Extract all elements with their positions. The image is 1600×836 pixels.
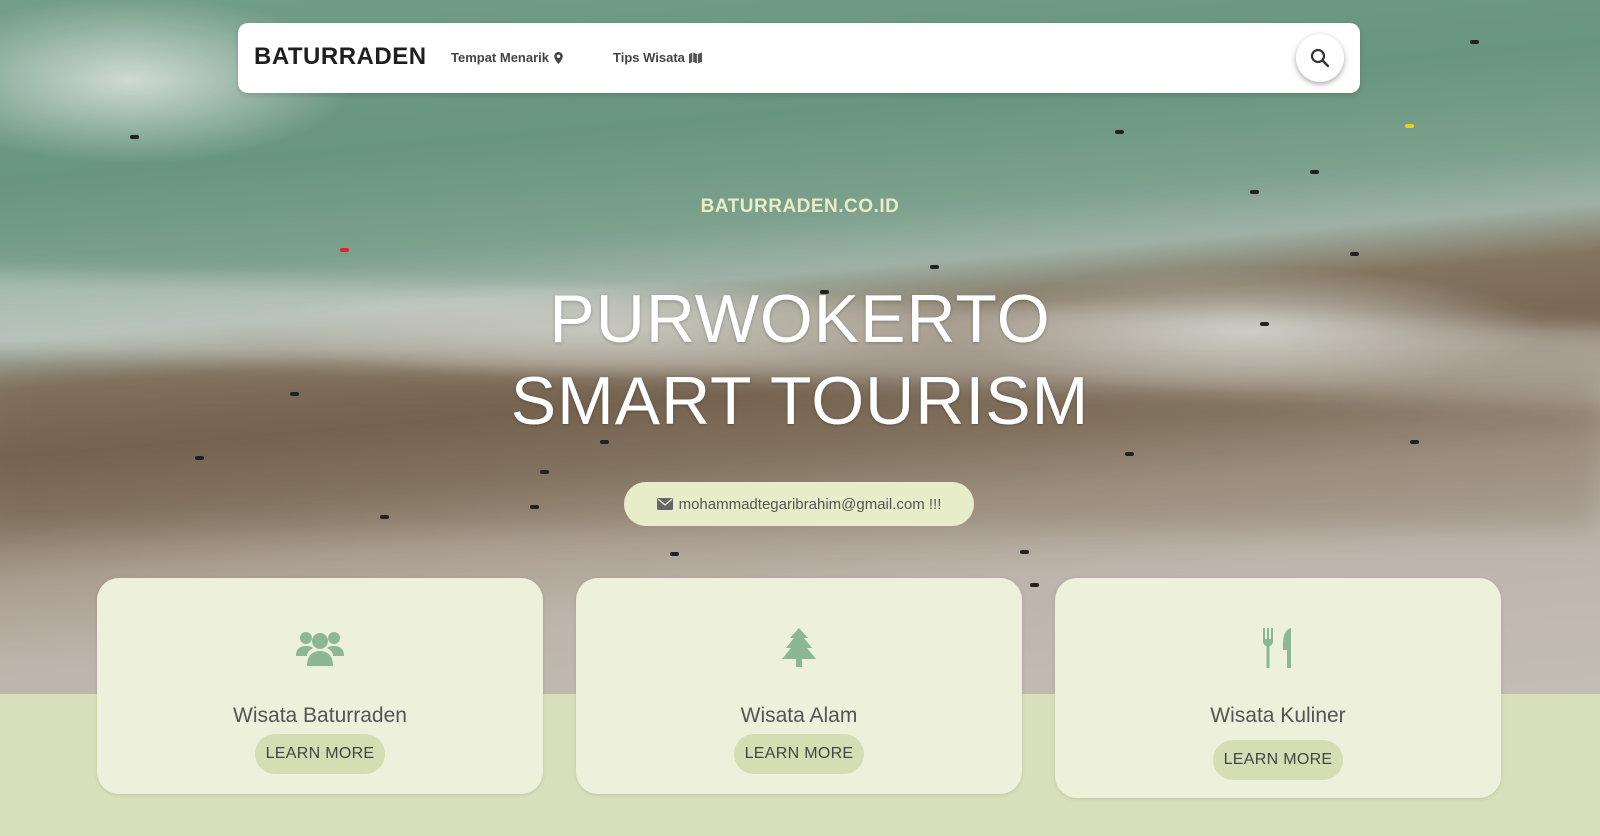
card-wisata-baturraden: Wisata Baturraden LEARN MORE [97,578,543,794]
headline-line-1: PURWOKERTO [549,281,1051,357]
nav-link-tempat-menarik[interactable]: Tempat Menarik [451,50,564,65]
search-button[interactable] [1296,34,1344,82]
beach-person [1250,190,1259,194]
beach-person [540,470,549,474]
beach-person [1115,130,1124,134]
beach-person [930,265,939,269]
utensils-icon [1263,628,1291,668]
beach-person [670,552,679,556]
beach-person [1470,40,1479,44]
beach-person [1310,170,1319,174]
hero-headline: PURWOKERTO SMART TOURISM [0,278,1600,442]
card-wisata-alam: Wisata Alam LEARN MORE [576,578,1022,794]
card-wisata-kuliner: Wisata Kuliner LEARN MORE [1055,578,1501,798]
learn-more-button[interactable]: LEARN MORE [734,734,864,774]
card-icon-wrap [97,626,543,670]
contact-email: mohammadtegaribrahim@gmail.com !!! [678,495,942,513]
contact-email-pill[interactable]: mohammadtegaribrahim@gmail.com !!! [624,482,974,526]
beach-person [195,456,204,460]
site-tagline: BATURRADEN.CO.ID [700,196,900,217]
beach-person [1125,452,1134,456]
card-title: Wisata Baturraden [233,704,407,727]
card-title: Wisata Alam [740,704,858,727]
beach-person [1020,550,1029,554]
map-marker-icon [554,51,563,64]
map-icon [688,51,702,64]
learn-more-button[interactable]: LEARN MORE [255,734,385,774]
nav-link-label: Tempat Menarik [451,50,550,65]
card-icon-wrap [576,626,1022,670]
top-navbar: BATURRADEN Tempat Menarik Tips Wisata [238,23,1360,93]
headline-line-2: SMART TOURISM [510,363,1090,439]
users-icon [296,632,344,666]
beach-person [380,515,389,519]
learn-more-button[interactable]: LEARN MORE [1213,740,1343,780]
search-icon [1310,48,1330,68]
card-icon-wrap [1055,626,1501,670]
beach-person [130,135,139,139]
beach-person [1030,583,1039,587]
beach-person [530,505,539,509]
envelope-icon [656,498,673,510]
tree-icon [782,628,816,667]
beach-person [1350,252,1359,256]
nav-link-tips-wisata[interactable]: Tips Wisata [613,50,702,65]
beach-person [340,248,349,252]
nav-link-label: Tips Wisata [613,50,685,65]
card-title: Wisata Kuliner [1210,704,1346,727]
brand-logo[interactable]: BATURRADEN [254,43,427,71]
beach-person [1405,124,1414,128]
